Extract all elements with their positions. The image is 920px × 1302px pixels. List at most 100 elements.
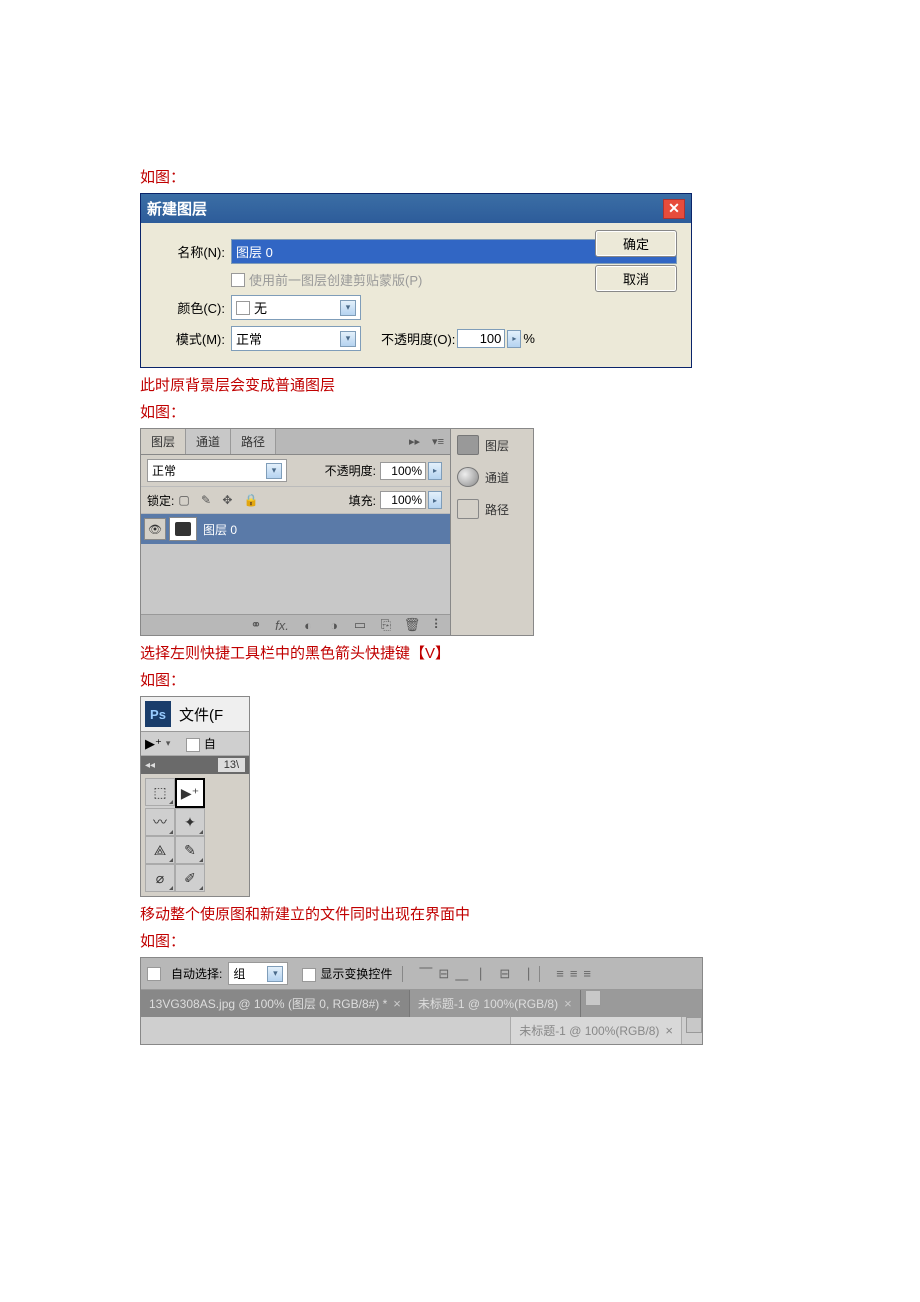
dock-channels[interactable]: 通道 <box>451 461 533 493</box>
clip-label: 使用前一图层创建剪贴蒙版(P) <box>249 270 422 289</box>
layer-name: 图层 0 <box>203 521 237 538</box>
channels-icon <box>457 467 479 487</box>
folder-icon[interactable]: ▭ <box>352 618 368 632</box>
align-hcenter-icon[interactable]: ⊟ <box>499 966 510 982</box>
fill-value[interactable]: 100% <box>380 491 426 509</box>
color-select[interactable]: 无 ▾ <box>231 295 361 320</box>
move-cursor-icon: ▶⁺ <box>145 736 162 752</box>
name-label: 名称(N): <box>155 242 225 261</box>
lasso-tool-icon[interactable]: 〰 <box>145 808 175 836</box>
align-left-icon[interactable]: ⎸ <box>480 966 493 982</box>
group-select[interactable]: 组 ▾ <box>228 962 288 985</box>
options-bar: 自动选择: 组 ▾ 显示变换控件 ⎺ ⊟ ⎽ ⎸ ⊟ ⎹ ≡ ≡ ≡ <box>140 957 703 1045</box>
layer-thumbnail[interactable] <box>169 517 197 541</box>
caption-6: 移动整个使原图和新建立的文件同时出现在界面中 <box>140 903 780 924</box>
clip-checkbox[interactable] <box>231 273 245 287</box>
fill-label: 填充: <box>349 492 376 509</box>
chevron-down-icon[interactable]: ▾ <box>340 331 356 347</box>
lock-label: 锁定: <box>147 492 174 509</box>
fx-icon[interactable]: fx. <box>274 618 290 632</box>
move-tool-icon[interactable]: ▶⁺ <box>175 778 205 808</box>
distribute-3-icon[interactable]: ≡ <box>583 966 591 981</box>
paths-icon <box>457 499 479 519</box>
ps-logo-icon: Ps <box>145 701 171 727</box>
show-transform-checkbox[interactable] <box>302 968 316 982</box>
document-tab-3[interactable]: 未标题-1 @ 100%(RGB/8)× <box>510 1017 682 1044</box>
distribute-1-icon[interactable]: ≡ <box>556 966 564 981</box>
chevron-down-icon[interactable]: ▾ <box>266 463 282 479</box>
align-icons-group-1[interactable]: ⎺ ⊟ ⎽ <box>419 966 468 982</box>
opacity-input[interactable]: 100 <box>457 329 505 348</box>
dialog-titlebar: 新建图层 ✕ <box>141 194 691 223</box>
brush-tool-icon[interactable]: ✐ <box>175 864 205 892</box>
auto-select-label: 自动选择: <box>171 965 222 982</box>
adjustment-icon[interactable]: ◑ <box>326 618 342 632</box>
auto-checkbox[interactable] <box>186 738 200 752</box>
align-top-icon[interactable]: ⎺ <box>419 966 432 982</box>
show-transform-label: 显示变换控件 <box>320 967 392 981</box>
auto-select-checkbox[interactable] <box>147 967 161 981</box>
link-icon[interactable]: ⚭ <box>248 618 264 632</box>
opacity-unit: % <box>523 331 535 346</box>
close-tab-icon[interactable]: × <box>665 1023 673 1038</box>
layers-empty-area <box>141 544 450 615</box>
tab-channels[interactable]: 通道 <box>186 429 231 454</box>
heal-tool-icon[interactable]: ⌀ <box>145 864 175 892</box>
eyedropper-tool-icon[interactable]: ✎ <box>175 836 205 864</box>
panel-menu-icon[interactable]: ▾≡ <box>426 435 450 448</box>
align-icons-group-2[interactable]: ⎸ ⊟ ⎹ <box>480 966 529 982</box>
distribute-2-icon[interactable]: ≡ <box>570 966 578 981</box>
opacity-label: 不透明度(O): <box>381 329 455 348</box>
opacity-flyout-icon[interactable]: ▸ <box>428 462 442 480</box>
tab-layers[interactable]: 图层 <box>141 429 186 454</box>
layers-panel: 图层 通道 路径 ▸▸ ▾≡ 正常 ▾ 不透明度: 100% ▸ 锁定: ▢ ✎… <box>140 428 534 636</box>
wand-tool-icon[interactable]: ✦ <box>175 808 205 836</box>
mode-label: 模式(M): <box>155 329 225 348</box>
fill-flyout-icon[interactable]: ▸ <box>428 491 442 509</box>
distribute-icons-group[interactable]: ≡ ≡ ≡ <box>556 966 591 981</box>
cancel-button[interactable]: 取消 <box>595 265 677 292</box>
blend-mode-select[interactable]: 正常 ▾ <box>147 459 287 482</box>
tool-preset-dropdown[interactable]: ▾ <box>166 738 176 749</box>
chevron-down-icon[interactable]: ▾ <box>267 966 283 982</box>
auto-label: 自 <box>204 737 216 751</box>
caption-7: 如图： <box>140 930 780 951</box>
lock-icons[interactable]: ▢ ✎ ✥ 🔒 <box>178 493 262 507</box>
trash-icon[interactable]: 🗑 <box>404 618 420 632</box>
align-vcenter-icon[interactable]: ⊟ <box>438 966 449 982</box>
align-bottom-icon[interactable]: ⎽ <box>455 966 468 982</box>
close-icon[interactable]: ✕ <box>663 199 685 219</box>
new-layer-icon[interactable]: ⎘ <box>378 618 394 632</box>
mask-icon[interactable]: ◐ <box>300 618 316 632</box>
collapse-icon[interactable]: ◂◂ <box>145 760 155 771</box>
document-tab-2[interactable]: 未标题-1 @ 100%(RGB/8)× <box>410 990 581 1017</box>
close-tab-icon[interactable]: × <box>564 996 572 1011</box>
tab-scroll-icon[interactable] <box>585 990 601 1006</box>
marquee-tool-icon[interactable]: ⬚ <box>145 778 175 806</box>
zoom-value: 13\ <box>218 758 245 772</box>
panel-expand-icon[interactable]: ▸▸ <box>403 435 426 448</box>
dock-paths[interactable]: 路径 <box>451 493 533 525</box>
align-right-icon[interactable]: ⎹ <box>516 966 529 982</box>
close-tab-icon[interactable]: × <box>393 996 401 1011</box>
caption-5: 如图： <box>140 669 780 690</box>
layer-row[interactable]: 👁 图层 0 <box>141 514 450 544</box>
panel-dock: 图层 通道 路径 <box>450 429 533 635</box>
document-tab-1[interactable]: 13VG308AS.jpg @ 100% (图层 0, RGB/8#) *× <box>141 990 410 1017</box>
visibility-icon[interactable]: 👁 <box>144 518 166 540</box>
tab-paths[interactable]: 路径 <box>231 429 276 454</box>
color-label: 颜色(C): <box>155 298 225 317</box>
color-swatch <box>236 301 250 315</box>
opacity-value[interactable]: 100% <box>380 462 426 480</box>
opacity-label: 不透明度: <box>325 462 376 479</box>
resize-grip-icon: ⠇ <box>430 618 446 632</box>
layers-icon <box>457 435 479 455</box>
file-menu[interactable]: 文件(F <box>175 704 227 725</box>
ok-button[interactable]: 确定 <box>595 230 677 257</box>
tab-scroll-icon[interactable] <box>686 1017 702 1033</box>
crop-tool-icon[interactable]: ⟁ <box>145 836 175 864</box>
dock-layers[interactable]: 图层 <box>451 429 533 461</box>
opacity-flyout-icon[interactable]: ▸ <box>507 330 521 348</box>
chevron-down-icon[interactable]: ▾ <box>340 300 356 316</box>
mode-select[interactable]: 正常 ▾ <box>231 326 361 351</box>
